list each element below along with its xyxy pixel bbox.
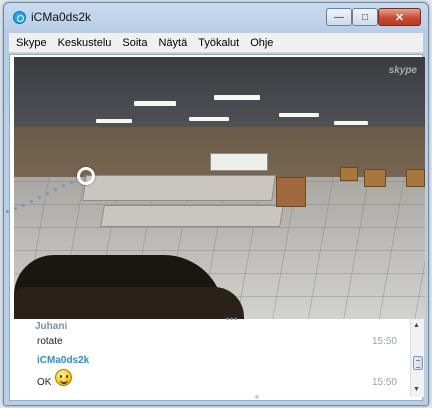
- menu-nayta[interactable]: Näytä: [154, 37, 191, 49]
- close-button[interactable]: ✕: [378, 8, 421, 26]
- menu-bar: Skype Keskustelu Soita Näytä Työkalut Oh…: [9, 33, 423, 53]
- message-text: rotate: [37, 336, 63, 347]
- ceiling-light: [96, 119, 132, 123]
- menu-skype[interactable]: Skype: [12, 37, 51, 49]
- pointer-trail: [22, 204, 25, 207]
- ceiling-light: [189, 117, 229, 121]
- close-icon: ✕: [394, 11, 405, 24]
- title-bar[interactable]: iCMa0ds2k — □ ✕: [4, 3, 428, 33]
- smiley-icon: [55, 369, 72, 386]
- pointer-trail: [54, 188, 57, 191]
- window-title: iCMa0ds2k: [31, 10, 92, 24]
- pointer-trail: [6, 210, 9, 213]
- resize-grip[interactable]: [255, 395, 259, 399]
- ceiling-light: [334, 121, 368, 125]
- message-text: OK: [37, 377, 52, 388]
- ceiling-light: [279, 113, 319, 117]
- maximize-button[interactable]: □: [352, 8, 378, 26]
- pointer-marker: [77, 167, 95, 185]
- cabinet: [276, 177, 306, 207]
- maximize-icon: □: [361, 11, 369, 23]
- scroll-down-icon[interactable]: ▼: [413, 386, 420, 393]
- scroll-thumb[interactable]: [413, 356, 423, 370]
- pointer-trail: [46, 192, 49, 195]
- cardboard-box: [364, 169, 386, 187]
- chat-scrollbar[interactable]: ▲ ▼: [410, 319, 424, 397]
- workbench: [82, 175, 276, 201]
- chat-history: Juhani rotate 15:50 iCMa0ds2k OK 15:50: [31, 319, 401, 399]
- skype-watermark: skype: [388, 65, 417, 76]
- scroll-up-icon[interactable]: ▲: [413, 322, 420, 329]
- minimize-button[interactable]: —: [326, 8, 352, 26]
- message-sender: iCMa0ds2k: [37, 355, 90, 366]
- menu-keskustelu[interactable]: Keskustelu: [54, 37, 116, 49]
- ceiling-light: [134, 101, 176, 106]
- skype-icon: [13, 11, 26, 24]
- pointer-trail: [70, 181, 73, 184]
- pointer-trail: [14, 207, 17, 210]
- video-feed[interactable]: skype: [14, 57, 425, 319]
- cardboard-box: [406, 169, 425, 187]
- pointer-trail: [30, 200, 33, 203]
- menu-ohje[interactable]: Ohje: [246, 37, 277, 49]
- message-time: 15:50: [371, 377, 397, 388]
- cardboard-box: [340, 167, 358, 181]
- pointer-trail: [38, 196, 41, 199]
- workbench: [100, 205, 284, 227]
- minimize-icon: —: [334, 11, 344, 23]
- ceiling-light: [214, 95, 260, 100]
- pointer-trail: [62, 184, 65, 187]
- menu-tyokalut[interactable]: Työkalut: [194, 37, 243, 49]
- message-sender: Juhani: [35, 321, 68, 332]
- foreground-object: [14, 287, 244, 319]
- menu-soita[interactable]: Soita: [118, 37, 151, 49]
- cabinet: [210, 153, 268, 171]
- message-time: 15:50: [371, 336, 397, 347]
